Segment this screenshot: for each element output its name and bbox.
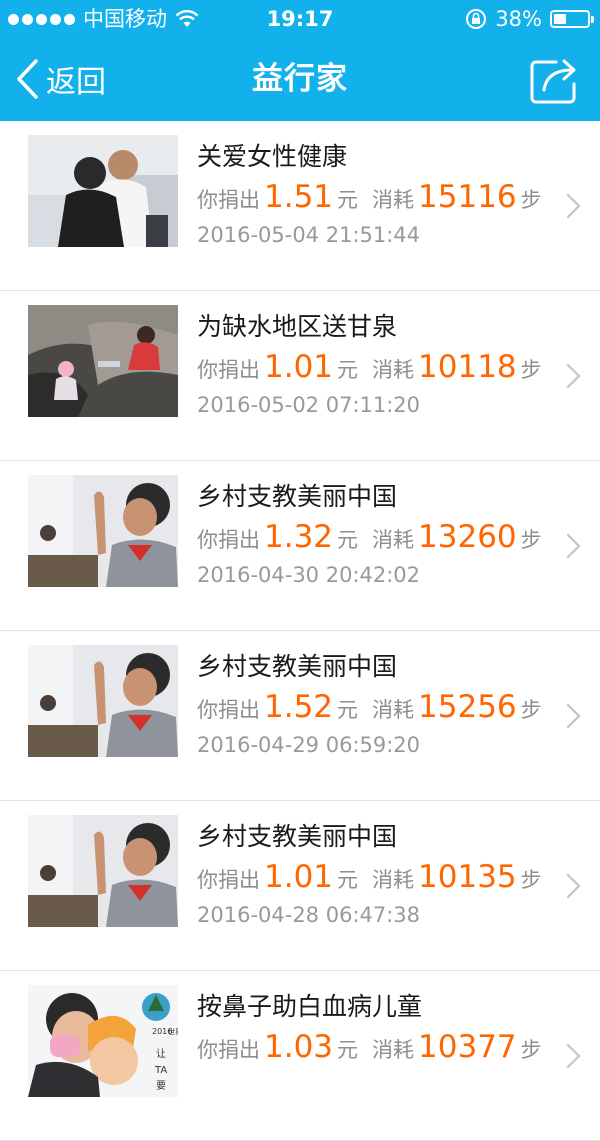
list-item[interactable]: 乡村支教美丽中国 你捐出 1.52 元消耗 15256 步 2016-04-29 06:…: [0, 631, 600, 801]
chevron-right-icon: [566, 363, 581, 388]
project-thumbnail: 2016 世界 让 TA 要: [28, 985, 178, 1097]
currency-label: 元: [337, 698, 359, 722]
project-thumbnail: [28, 135, 178, 247]
nav-bar: 返回 益行家: [0, 38, 600, 121]
consumed-label: 消耗: [372, 1038, 415, 1062]
donation-date: 2016-04-29 06:59:20: [197, 733, 421, 757]
item-stats: 你捐出 1.01 元消耗 10118 步: [197, 345, 542, 389]
page-title: 益行家: [252, 61, 348, 97]
donation-amount: 1.03: [264, 1029, 334, 1065]
consumed-label: 消耗: [372, 698, 415, 722]
project-title: 为缺水地区送甘泉: [197, 312, 398, 341]
item-stats: 你捐出 1.01 元消耗 10135 步: [197, 855, 542, 899]
item-stats: 你捐出 1.32 元消耗 13260 步: [197, 515, 542, 559]
project-title: 乡村支教美丽中国: [197, 482, 398, 511]
donated-label: 你捐出: [197, 868, 260, 892]
consumed-label: 消耗: [372, 358, 415, 382]
step-count: 15256: [418, 689, 517, 725]
currency-label: 元: [337, 868, 359, 892]
status-bar: 中国移动 19:17 38%: [0, 0, 600, 38]
item-info: 乡村支教美丽中国 你捐出 1.32 元消耗 13260 步 2016-04-30 20:…: [197, 479, 542, 591]
donation-amount: 1.52: [264, 689, 334, 725]
item-info: 为缺水地区送甘泉 你捐出 1.01 元消耗 10118 步 2016-05-02 07:…: [197, 309, 542, 421]
battery-icon: [550, 10, 594, 28]
donation-amount: 1.01: [264, 349, 334, 385]
project-title: 乡村支教美丽中国: [197, 652, 398, 681]
battery-percent: 38%: [495, 7, 542, 31]
step-count: 15116: [418, 179, 517, 215]
item-stats: 你捐出 1.52 元消耗 15256 步: [197, 685, 542, 729]
project-title: 按鼻子助白血病儿童: [197, 992, 423, 1021]
list-item[interactable]: 关爱女性健康 你捐出 1.51 元消耗 15116 步 2016-05-04 21:51…: [0, 121, 600, 291]
currency-label: 元: [337, 358, 359, 382]
project-thumbnail: [28, 475, 178, 587]
item-info: 乡村支教美丽中国 你捐出 1.01 元消耗 10135 步 2016-04-28 06:…: [197, 819, 542, 931]
project-thumbnail: [28, 305, 178, 417]
donated-label: 你捐出: [197, 528, 260, 552]
rotation-lock-icon: [466, 9, 487, 29]
donation-date: 2016-05-04 21:51:44: [197, 223, 421, 247]
currency-label: 元: [337, 528, 359, 552]
donation-amount: 1.01: [264, 859, 334, 895]
chevron-right-icon: [566, 703, 581, 728]
thumb-overlay-line4: 要: [156, 1080, 166, 1092]
steps-label: 步: [520, 1038, 542, 1062]
item-stats: 你捐出 1.03 元消耗 10377 步: [197, 1025, 542, 1069]
consumed-label: 消耗: [372, 188, 415, 212]
project-thumbnail: [28, 645, 178, 757]
donation-date: 2016-05-02 07:11:20: [197, 393, 421, 417]
chevron-right-icon: [566, 533, 581, 558]
thumb-overlay-line3: TA: [154, 1065, 167, 1076]
list-item[interactable]: 为缺水地区送甘泉 你捐出 1.01 元消耗 10118 步 2016-05-02 07:…: [0, 291, 600, 461]
battery-level: [554, 14, 567, 24]
donated-label: 你捐出: [197, 698, 260, 722]
donated-label: 你捐出: [197, 1038, 260, 1062]
project-thumbnail: [28, 815, 178, 927]
item-info: 按鼻子助白血病儿童 你捐出 1.03 元消耗 10377 步: [197, 989, 542, 1069]
step-count: 13260: [418, 519, 517, 555]
share-icon[interactable]: [530, 54, 580, 104]
currency-label: 元: [337, 1038, 359, 1062]
list-item[interactable]: 2016 世界 让 TA 要 按鼻子助白血病儿童 你捐出1.03元消耗10377…: [0, 971, 600, 1141]
currency-label: 元: [337, 188, 359, 212]
thumb-overlay-line1: 世界: [168, 1027, 178, 1036]
steps-label: 步: [520, 188, 542, 212]
list-item[interactable]: 乡村支教美丽中国 你捐出 1.01 元消耗 10135 步 2016-04-28 06:…: [0, 801, 600, 971]
donation-amount: 1.51: [264, 179, 334, 215]
steps-label: 步: [520, 528, 542, 552]
steps-label: 步: [520, 698, 542, 722]
project-title: 乡村支教美丽中国: [197, 822, 398, 851]
app-header: 中国移动 19:17 38% 返回 益行家: [0, 0, 600, 121]
step-count: 10118: [418, 349, 517, 385]
list-item[interactable]: 乡村支教美丽中国 你捐出 1.32 元消耗 13260 步 2016-04-30 20:…: [0, 461, 600, 631]
donated-label: 你捐出: [197, 188, 260, 212]
consumed-label: 消耗: [372, 528, 415, 552]
thumb-overlay-line2: 让: [156, 1048, 166, 1060]
steps-label: 步: [520, 868, 542, 892]
donated-label: 你捐出: [197, 358, 260, 382]
steps-label: 步: [520, 358, 542, 382]
step-count: 10135: [418, 859, 517, 895]
status-right: 38%: [465, 0, 594, 38]
donation-date: 2016-04-30 20:42:02: [197, 563, 421, 587]
consumed-label: 消耗: [372, 868, 415, 892]
project-title: 关爱女性健康: [197, 142, 348, 171]
item-info: 关爱女性健康 你捐出 1.51 元消耗 15116 步 2016-05-04 21:51…: [197, 139, 542, 251]
donation-amount: 1.32: [264, 519, 334, 555]
step-count: 10377: [418, 1029, 517, 1065]
chevron-right-icon: [566, 873, 581, 898]
item-info: 乡村支教美丽中国 你捐出 1.52 元消耗 15256 步 2016-04-29 06:…: [197, 649, 542, 761]
chevron-right-icon: [566, 193, 581, 218]
donation-date: 2016-04-28 06:47:38: [197, 903, 421, 927]
item-stats: 你捐出 1.51 元消耗 15116 步: [197, 175, 542, 219]
donation-list: 关爱女性健康 你捐出 1.51 元消耗 15116 步 2016-05-04 21:51…: [0, 121, 600, 1141]
